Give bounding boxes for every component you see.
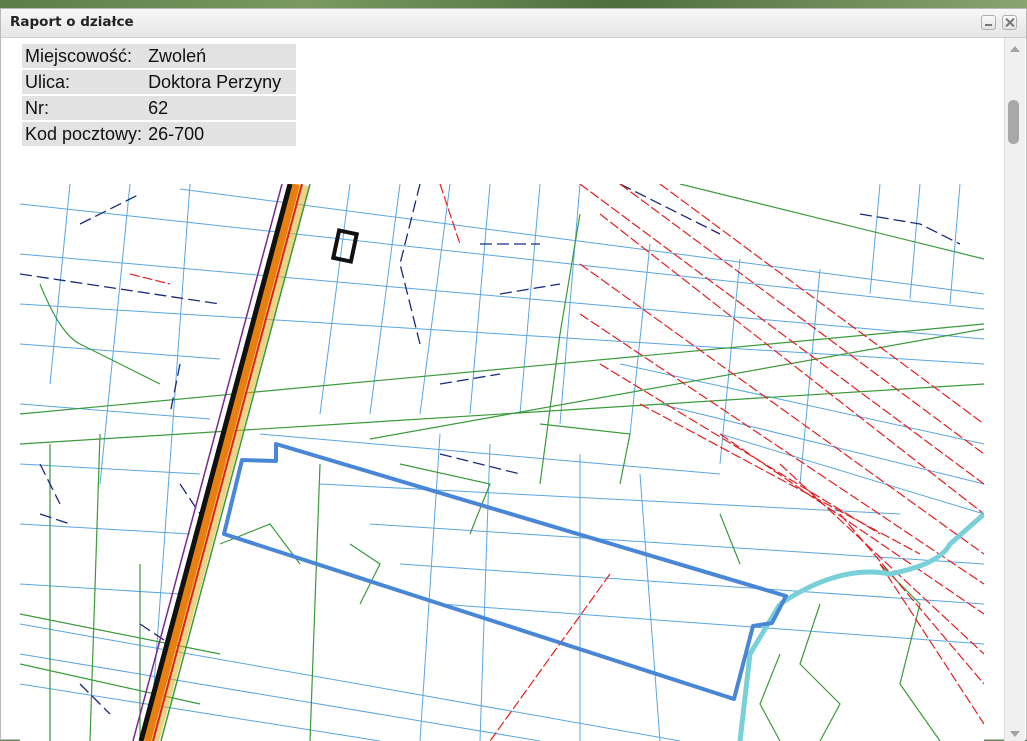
window-title: Raport o działce: [10, 14, 134, 30]
parcel-map[interactable]: [20, 184, 984, 741]
value-number: 62: [145, 96, 297, 120]
parcel-map-drawing: [20, 184, 984, 741]
road-corridor: [132, 184, 311, 741]
report-window: Raport o działce Miejscowość: Zwoleń Uli…: [0, 8, 1027, 741]
window-titlebar[interactable]: Raport o działce: [1, 9, 1026, 38]
table-row: Kod pocztowy: 26-700: [22, 122, 297, 146]
value-street: Doktora Perzyny: [145, 70, 297, 94]
label-number: Nr:: [22, 96, 146, 120]
value-locality: Zwoleń: [145, 44, 297, 68]
label-street: Ulica:: [22, 70, 146, 94]
report-content[interactable]: Miejscowość: Zwoleń Ulica: Doktora Perzy…: [1, 38, 1004, 741]
label-postal-code: Kod pocztowy:: [22, 122, 146, 146]
label-locality: Miejscowość:: [22, 44, 146, 68]
building-outline: [330, 228, 360, 264]
vertical-scrollbar[interactable]: [1004, 38, 1025, 741]
utility-red: [129, 184, 984, 741]
scrollbar-thumb[interactable]: [1008, 100, 1019, 144]
address-table: Miejscowość: Zwoleń Ulica: Doktora Perzy…: [22, 42, 297, 148]
scroll-up-icon[interactable]: [1010, 46, 1020, 52]
minimize-icon[interactable]: [981, 15, 996, 30]
value-postal-code: 26-700: [145, 122, 297, 146]
table-row: Nr: 62: [22, 96, 297, 120]
table-row: Miejscowość: Zwoleń: [22, 44, 297, 68]
river: [737, 512, 984, 741]
table-row: Ulica: Doktora Perzyny: [22, 70, 297, 94]
close-icon[interactable]: [1002, 15, 1017, 30]
desktop-background: [0, 0, 1027, 8]
scroll-down-icon[interactable]: [1010, 731, 1020, 737]
